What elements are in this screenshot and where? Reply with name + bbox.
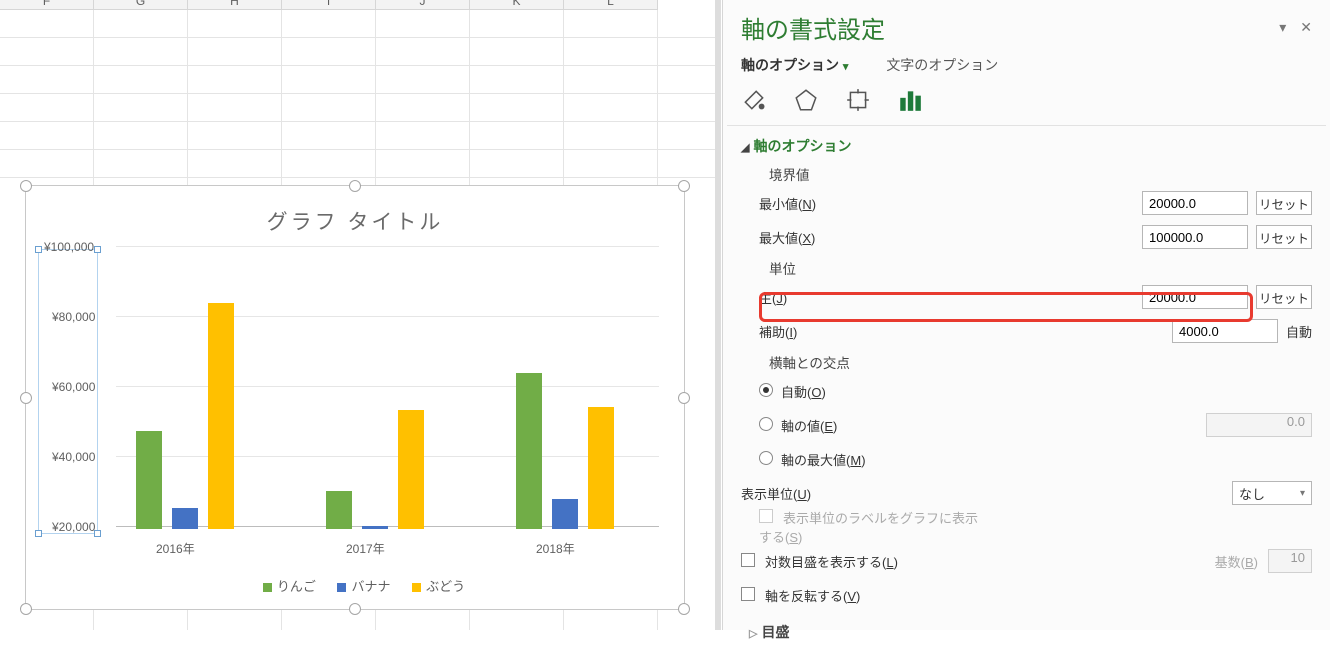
column-headers: F G H I J K L bbox=[0, 0, 715, 10]
col-header[interactable]: I bbox=[282, 0, 376, 10]
resize-handle[interactable] bbox=[349, 180, 361, 192]
show-unit-label-text: 表示単位のラベルをグラフに表示する(S) bbox=[759, 511, 978, 545]
chart-legend[interactable]: りんご バナナ ぶどう bbox=[26, 576, 684, 595]
section-axis-options[interactable]: ◢軸のオプション bbox=[741, 126, 1312, 160]
resize-handle[interactable] bbox=[678, 392, 690, 404]
tab-text-options[interactable]: 文字のオプション bbox=[886, 57, 998, 73]
bar[interactable] bbox=[208, 303, 234, 529]
y-tick: ¥20,000 bbox=[52, 520, 95, 534]
col-header[interactable]: K bbox=[470, 0, 564, 10]
log-scale-checkbox[interactable] bbox=[741, 553, 755, 567]
resize-handle[interactable] bbox=[20, 180, 32, 192]
y-tick: ¥80,000 bbox=[52, 310, 95, 324]
bar[interactable] bbox=[552, 499, 578, 529]
cross-auto-radio[interactable] bbox=[759, 383, 773, 397]
minor-unit-input[interactable] bbox=[1172, 319, 1278, 343]
bar[interactable] bbox=[398, 410, 424, 529]
resize-handle[interactable] bbox=[349, 603, 361, 615]
col-header[interactable]: F bbox=[0, 0, 94, 10]
chart-title[interactable]: グラフ タイトル bbox=[26, 206, 684, 236]
resize-handle[interactable] bbox=[20, 392, 32, 404]
min-label: 最小値(N) bbox=[741, 194, 987, 213]
x-category-label: 2016年 bbox=[156, 540, 195, 557]
axis-options-icon[interactable] bbox=[897, 87, 923, 113]
plot-area[interactable]: ¥100,000 ¥80,000 ¥60,000 ¥40,000 ¥20,000… bbox=[116, 246, 659, 529]
format-category-icons bbox=[723, 77, 1330, 125]
display-units-select[interactable]: なし▾ bbox=[1232, 481, 1312, 505]
bar[interactable] bbox=[326, 491, 352, 530]
spreadsheet-area: F G H I J K L グラフ タイトル bbox=[0, 0, 715, 630]
cross-value-radio[interactable] bbox=[759, 417, 773, 431]
chevron-down-icon[interactable]: ▾ bbox=[1279, 19, 1286, 36]
bar[interactable] bbox=[172, 508, 198, 529]
y-tick: ¥40,000 bbox=[52, 450, 95, 464]
group-cross-label: 横軸との交点 bbox=[741, 348, 1312, 374]
cross-max-label: 軸の最大値(M) bbox=[781, 453, 866, 468]
highlight-major-unit bbox=[759, 292, 1253, 322]
max-label: 最大値(X) bbox=[741, 228, 987, 247]
minor-unit-label: 補助(I) bbox=[741, 322, 987, 341]
display-units-label: 表示単位(U) bbox=[741, 484, 987, 503]
min-input[interactable] bbox=[1142, 191, 1248, 215]
col-header[interactable]: G bbox=[94, 0, 188, 10]
chart-object[interactable]: グラフ タイトル ¥100,000 ¥80,000 ¥60,000 ¥40,00… bbox=[25, 185, 685, 610]
group-bounds-label: 境界値 bbox=[741, 160, 1312, 186]
section-ticks[interactable]: ▷目盛 bbox=[741, 612, 1312, 646]
base-label: 基数(B) bbox=[1215, 552, 1258, 571]
fill-icon[interactable] bbox=[741, 87, 767, 113]
effects-icon[interactable] bbox=[793, 87, 819, 113]
col-header[interactable]: J bbox=[376, 0, 470, 10]
reset-major-button[interactable]: リセット bbox=[1256, 285, 1312, 309]
close-icon[interactable]: ✕ bbox=[1300, 19, 1312, 36]
col-header[interactable]: H bbox=[188, 0, 282, 10]
reset-max-button[interactable]: リセット bbox=[1256, 225, 1312, 249]
y-tick: ¥100,000 bbox=[44, 240, 94, 254]
cross-auto-label: 自動(O) bbox=[781, 385, 826, 400]
resize-handle[interactable] bbox=[678, 603, 690, 615]
group-units-label: 単位 bbox=[741, 254, 1312, 280]
x-category-label: 2018年 bbox=[536, 540, 575, 557]
pane-divider[interactable] bbox=[715, 0, 721, 630]
log-scale-label: 対数目盛を表示する(L) bbox=[765, 555, 898, 570]
format-axis-pane: 軸の書式設定 ▾ ✕ 軸のオプション ▾ 文字のオプション ◢軸のオプション 境… bbox=[722, 0, 1330, 630]
legend-label: バナナ bbox=[351, 579, 390, 594]
reverse-axis-label: 軸を反転する(V) bbox=[765, 589, 860, 604]
size-icon[interactable] bbox=[845, 87, 871, 113]
pane-title: 軸の書式設定 bbox=[741, 10, 885, 45]
bar[interactable] bbox=[136, 431, 162, 529]
legend-swatch-icon bbox=[337, 583, 346, 592]
chevron-down-icon: ▾ bbox=[1300, 488, 1305, 499]
legend-label: りんご bbox=[277, 579, 316, 594]
resize-handle[interactable] bbox=[678, 180, 690, 192]
reset-min-button[interactable]: リセット bbox=[1256, 191, 1312, 215]
bar[interactable] bbox=[516, 373, 542, 529]
show-unit-label-checkbox bbox=[759, 509, 773, 523]
max-input[interactable] bbox=[1142, 225, 1248, 249]
reverse-axis-checkbox[interactable] bbox=[741, 587, 755, 601]
chevron-down-icon: ▾ bbox=[843, 61, 849, 73]
bar[interactable] bbox=[588, 407, 614, 530]
tab-axis-options[interactable]: 軸のオプション ▾ bbox=[741, 57, 852, 73]
y-tick: ¥60,000 bbox=[52, 380, 95, 394]
legend-swatch-icon bbox=[263, 583, 272, 592]
legend-swatch-icon bbox=[412, 583, 421, 592]
cross-max-radio[interactable] bbox=[759, 451, 773, 465]
base-input: 10 bbox=[1268, 549, 1312, 573]
bar[interactable] bbox=[362, 526, 388, 530]
col-header[interactable]: L bbox=[564, 0, 658, 10]
legend-label: ぶどう bbox=[426, 579, 465, 594]
resize-handle[interactable] bbox=[20, 603, 32, 615]
cross-value-input: 0.0 bbox=[1206, 413, 1312, 437]
x-category-label: 2017年 bbox=[346, 540, 385, 557]
minor-auto-label: 自動 bbox=[1286, 322, 1312, 341]
cross-value-label: 軸の値(E) bbox=[781, 419, 837, 434]
